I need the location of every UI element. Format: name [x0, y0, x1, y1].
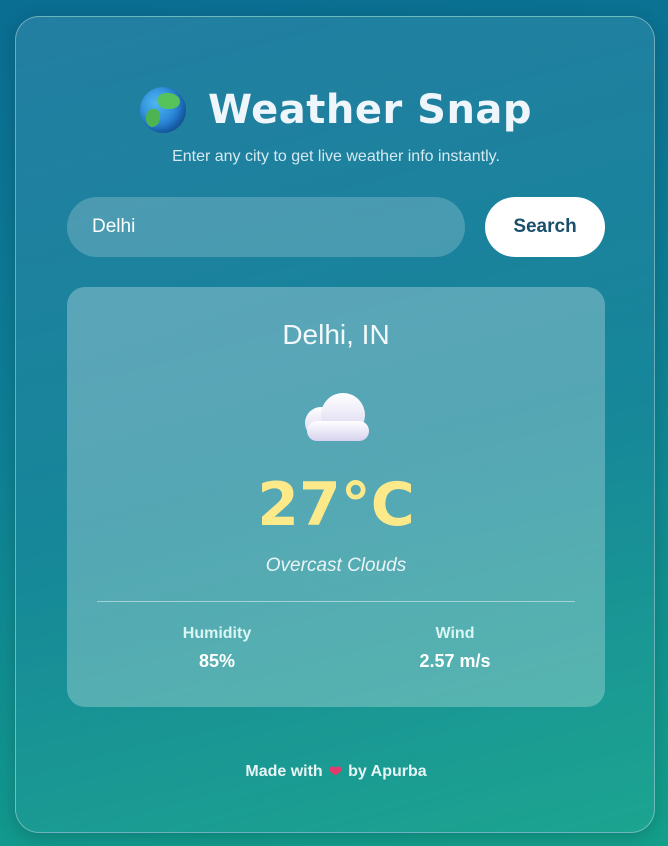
- wind-value: 2.57 m/s: [419, 651, 491, 671]
- location-name: Delhi, IN: [282, 319, 390, 350]
- humidity-value: 85%: [198, 651, 236, 671]
- city-search-input[interactable]: [67, 197, 465, 257]
- humidity-stat: Humidity 85%: [117, 625, 317, 672]
- search-button[interactable]: Search: [485, 197, 605, 257]
- humidity-label: Humidity: [182, 625, 252, 642]
- globe-icon: [139, 87, 186, 133]
- temperature: 27°C: [257, 470, 415, 540]
- footer: Made with ❤ by Apurba: [16, 762, 656, 782]
- footer-prefix: Made with: [245, 763, 323, 780]
- weather-result-card: Delhi, IN 27°C Overcast Clouds Humidity …: [67, 287, 605, 707]
- weather-description: Overcast Clouds: [265, 555, 407, 576]
- app-card: Weather Snap Enter any city to get live …: [15, 16, 655, 833]
- heart-icon: ❤: [328, 764, 343, 781]
- header: Weather Snap: [16, 87, 656, 133]
- app-subtitle: Enter any city to get live weather info …: [172, 148, 500, 165]
- footer-suffix: by Apurba: [348, 763, 427, 780]
- wind-stat: Wind 2.57 m/s: [355, 625, 555, 672]
- app-title: Weather Snap: [207, 87, 533, 133]
- divider: [97, 601, 575, 602]
- wind-label: Wind: [435, 625, 475, 642]
- cloud-icon: [305, 393, 369, 441]
